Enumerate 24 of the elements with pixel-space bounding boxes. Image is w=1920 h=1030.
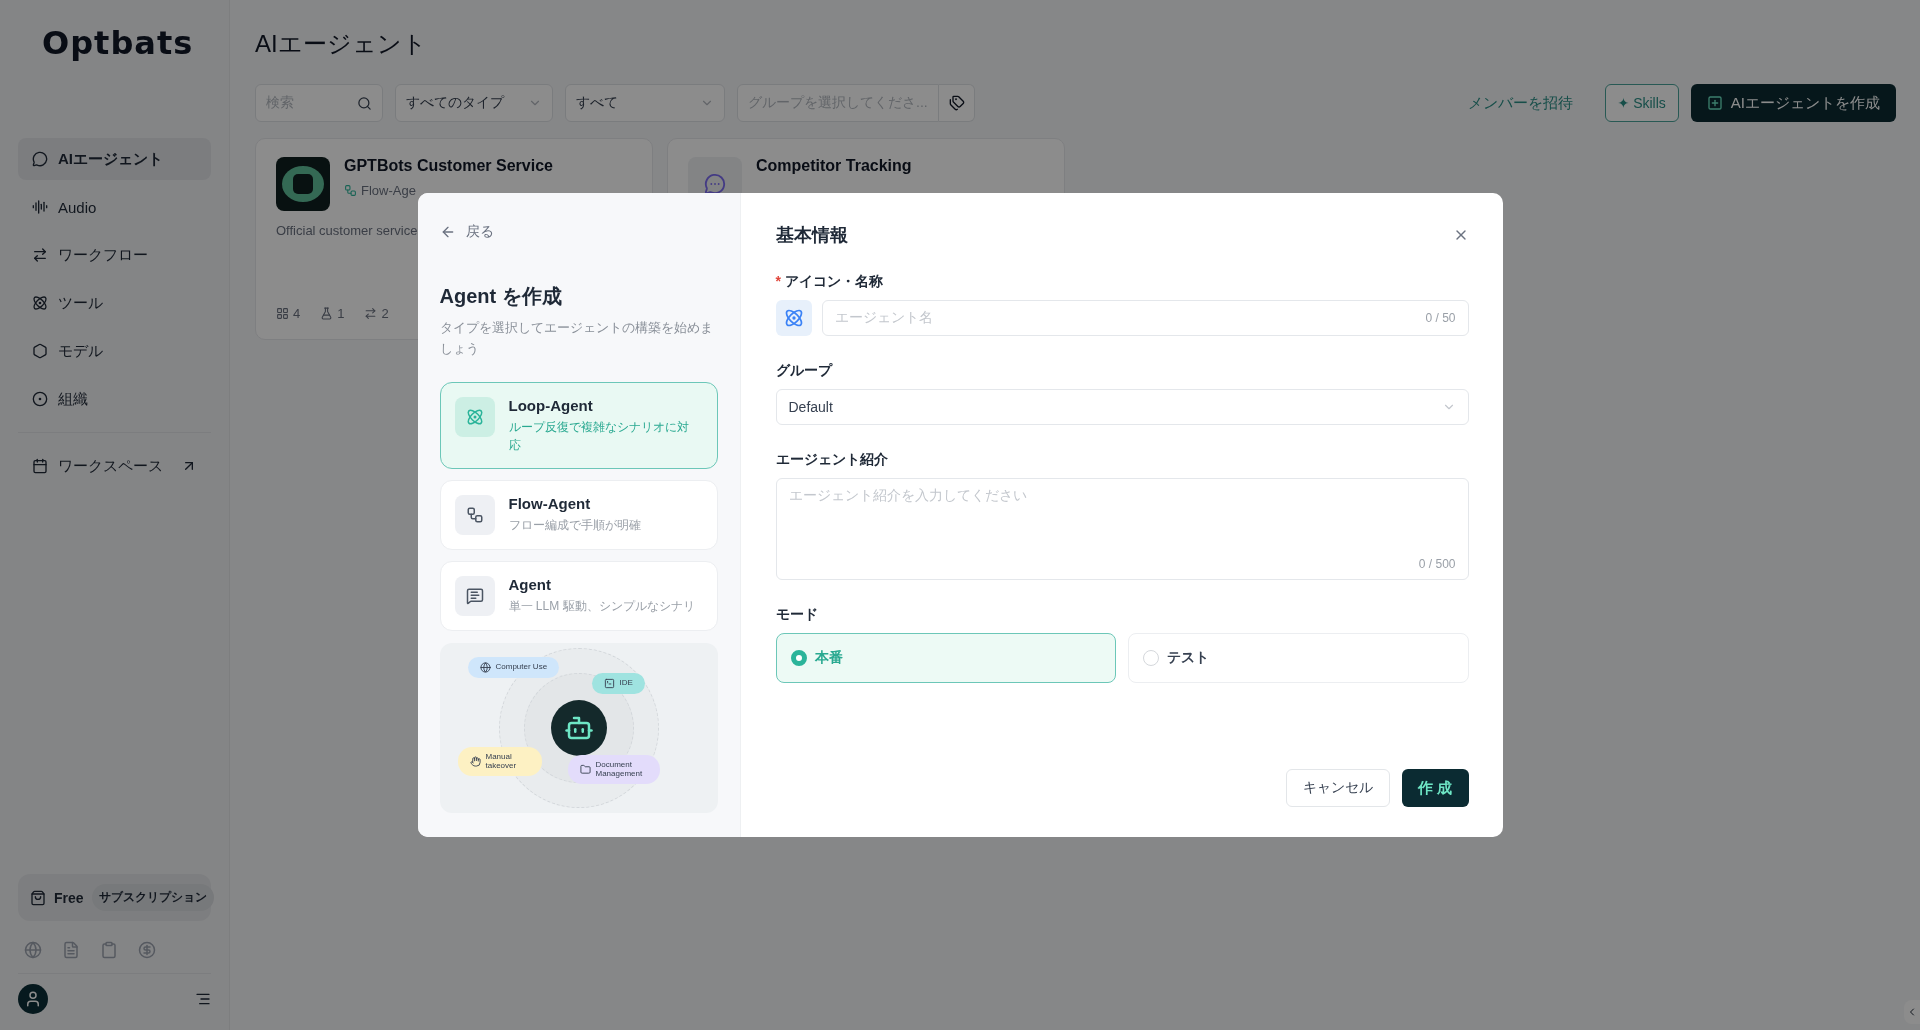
type-description: ループ反復で複雑なシナリオに対応 <box>508 418 689 454</box>
logo: Optbats <box>41 24 195 64</box>
agent-name: GPTBots Customer Service <box>344 157 553 175</box>
form-title: 基本情報 <box>775 224 848 247</box>
field-label: エージェント紹介 <box>775 451 889 469</box>
type-description: フロー編成で手順が明確 <box>508 516 641 534</box>
dialog-title: Agent を作成 <box>439 284 563 309</box>
page-title: AIエージェント <box>255 29 428 59</box>
agent-name: Competitor Tracking <box>756 157 912 175</box>
feature-chip: Document Management <box>567 754 660 784</box>
field-label: * アイコン・名称 <box>775 273 884 291</box>
stat-count: 2 <box>381 306 389 321</box>
dialog-subtitle: タイプを選択してエージェントの構築を始めましょう <box>439 319 714 358</box>
type-name: Flow-Agent <box>508 494 592 512</box>
field-label: グループ <box>775 362 834 380</box>
stat-count: 1 <box>337 306 345 321</box>
feature-chip: Manual takeover <box>457 746 542 776</box>
stat-count: 4 <box>293 306 301 321</box>
plan-label: Free <box>54 889 84 906</box>
type-name: Agent <box>508 575 552 593</box>
field-label: モード <box>775 606 819 624</box>
agent-description: Official customer service <box>276 223 418 238</box>
feature-chip: Computer Use <box>467 656 560 678</box>
type-name: Loop-Agent <box>508 396 594 414</box>
